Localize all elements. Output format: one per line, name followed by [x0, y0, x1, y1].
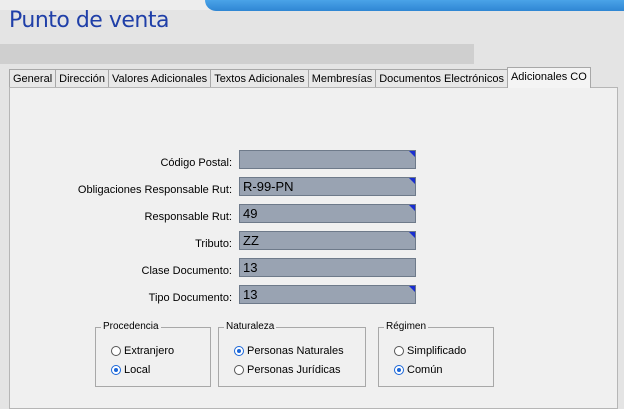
tab-valores-adicionales[interactable]: Valores Adicionales — [108, 69, 212, 88]
tributo-label: Tributo: — [195, 238, 232, 250]
header-accent-band — [205, 0, 624, 11]
obligaciones-value: R-99-PN — [243, 179, 294, 194]
radio-local-label: Local — [124, 364, 151, 376]
radio-circle-icon — [234, 365, 244, 375]
radio-circle-icon — [111, 346, 121, 356]
tipo-documento-label: Tipo Documento: — [148, 292, 232, 304]
radio-extranjero[interactable]: Extranjero — [111, 345, 174, 357]
radio-simplificado-label: Simplificado — [407, 345, 467, 357]
radio-extranjero-label: Extranjero — [124, 345, 175, 357]
toolbar-strip — [0, 44, 474, 64]
clase-documento-field[interactable]: 13 — [239, 258, 416, 277]
radio-personas-naturales-label: Personas Naturales — [247, 345, 344, 357]
procedencia-group: Procedencia Extranjero Local — [95, 321, 211, 387]
codigo-postal-label: Código Postal: — [160, 157, 232, 169]
field-marker-icon — [409, 205, 415, 211]
responsable-rut-value: 49 — [243, 206, 258, 221]
app-title: Punto de venta — [9, 8, 169, 33]
regimen-title: Régimen — [384, 321, 429, 332]
obligaciones-label: Obligaciones Responsable Rut: — [77, 184, 232, 196]
tab-textos-adicionales[interactable]: Textos Adicionales — [210, 69, 309, 88]
tab-direccion[interactable]: Dirección — [55, 69, 109, 88]
clase-documento-value: 13 — [243, 260, 258, 275]
radio-selected-icon — [394, 365, 404, 375]
tipo-documento-field[interactable]: 13 — [239, 285, 416, 304]
tab-membresias[interactable]: Membresías — [307, 69, 377, 88]
radio-local[interactable]: Local — [111, 364, 150, 376]
naturaleza-group: Naturaleza Personas Naturales Personas J… — [218, 321, 366, 387]
field-marker-icon — [409, 151, 415, 157]
responsable-rut-label: Responsable Rut: — [144, 211, 232, 223]
tributo-field[interactable]: ZZ — [239, 231, 416, 250]
obligaciones-field[interactable]: R-99-PN — [239, 177, 416, 196]
radio-personas-juridicas[interactable]: Personas Jurídicas — [234, 364, 341, 376]
responsable-rut-field[interactable]: 49 — [239, 204, 416, 223]
tipo-documento-value: 13 — [243, 287, 258, 302]
procedencia-title: Procedencia — [101, 321, 161, 332]
codigo-postal-field[interactable] — [239, 150, 416, 169]
naturaleza-title: Naturaleza — [224, 321, 277, 332]
clase-documento-label: Clase Documento: — [141, 265, 233, 277]
regimen-group: Régimen Simplificado Común — [378, 321, 494, 387]
tab-documentos-electronicos[interactable]: Documentos Electrónicos — [375, 69, 508, 88]
field-marker-icon — [409, 232, 415, 238]
radio-comun-label: Común — [407, 364, 443, 376]
radio-comun[interactable]: Común — [394, 364, 442, 376]
radio-personas-juridicas-label: Personas Jurídicas — [247, 364, 341, 376]
tab-adicionales-co[interactable]: Adicionales CO — [506, 67, 591, 88]
radio-personas-naturales[interactable]: Personas Naturales — [234, 345, 344, 357]
radio-simplificado[interactable]: Simplificado — [394, 345, 466, 357]
field-marker-icon — [409, 286, 415, 292]
radio-selected-icon — [234, 346, 244, 356]
tab-bar: General Dirección Valores Adicionales Te… — [9, 67, 591, 88]
field-marker-icon — [409, 178, 415, 184]
tab-general[interactable]: General — [9, 69, 57, 88]
tributo-value: ZZ — [243, 233, 259, 248]
radio-circle-icon — [394, 346, 404, 356]
radio-selected-icon — [111, 365, 121, 375]
